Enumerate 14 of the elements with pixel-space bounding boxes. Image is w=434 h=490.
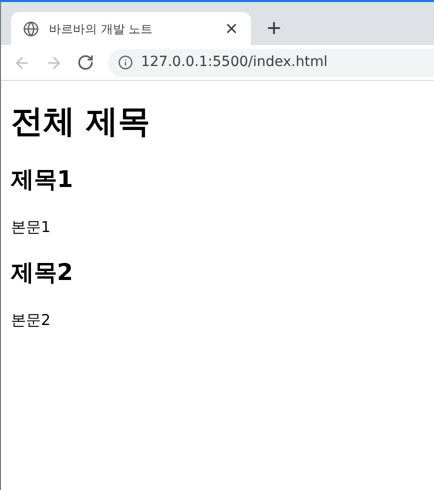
- section-heading: 제목1: [11, 166, 74, 195]
- browser-tab[interactable]: 바르바의 개발 노트: [11, 12, 251, 45]
- tab-title: 바르바의 개발 노트: [49, 20, 154, 38]
- page-title: 전체 제목: [11, 101, 150, 141]
- close-icon[interactable]: [224, 21, 239, 36]
- globe-icon: [23, 20, 39, 36]
- body-text: 본문1: [11, 216, 51, 238]
- section-heading: 제목2: [11, 259, 74, 288]
- url-text: 127.0.0.1:5500/index.html: [141, 53, 328, 72]
- body-text: 본문2: [11, 310, 51, 330]
- address-bar[interactable]: 127.0.0.1:5500/index.html: [108, 48, 434, 76]
- new-tab-icon[interactable]: [265, 19, 283, 37]
- info-icon: [118, 55, 133, 70]
- reload-icon[interactable]: [77, 54, 94, 71]
